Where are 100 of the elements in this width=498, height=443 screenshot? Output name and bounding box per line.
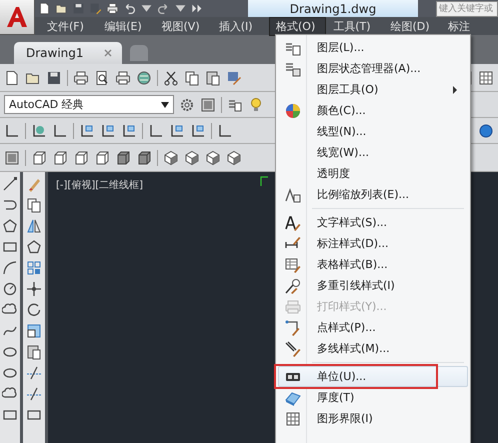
save-icon[interactable]	[46, 70, 62, 86]
menu-item[interactable]: 视图(V)	[154, 16, 212, 36]
menu-item[interactable]: 格式(O)	[269, 16, 326, 36]
arc-icon[interactable]	[2, 260, 18, 276]
axis-icon[interactable]	[148, 122, 164, 138]
menu-item[interactable]: 比例缩放列表(E)...	[278, 184, 468, 205]
cube-icon[interactable]	[73, 150, 89, 166]
gear-icon[interactable]	[179, 96, 195, 112]
window-icon[interactable]	[4, 150, 20, 166]
menu-item[interactable]: 图形界限(I)	[278, 408, 468, 429]
point-style-icon	[285, 320, 301, 336]
more-icon[interactable]	[191, 2, 204, 15]
menu-item[interactable]: 插入(I)	[212, 16, 269, 36]
menu-item[interactable]: 文字样式(S)...	[278, 212, 468, 233]
menu-item[interactable]: 表格样式(B)...	[278, 254, 468, 275]
new-file-icon[interactable]	[4, 70, 20, 86]
line-icon[interactable]	[2, 176, 18, 192]
menu-item[interactable]: 图层工具(O)	[278, 79, 468, 100]
printer-icon	[285, 298, 301, 314]
trim-icon[interactable]	[26, 365, 42, 381]
clipboard-icon[interactable]	[205, 70, 221, 86]
axis-icon[interactable]	[217, 122, 233, 138]
menu-item[interactable]: 多重引线样式(I)	[278, 275, 468, 296]
window-icon[interactable]	[200, 96, 216, 112]
menu-item[interactable]: 标注	[440, 16, 498, 36]
new-file-icon[interactable]	[38, 2, 51, 15]
axis-icon[interactable]	[4, 122, 20, 138]
axis-icon[interactable]	[100, 122, 116, 138]
menu-item[interactable]: 编辑(E)	[97, 16, 154, 36]
axis-icon[interactable]	[79, 122, 95, 138]
menu-item[interactable]: 透明度	[278, 163, 468, 184]
menu-item[interactable]: 多线样式(M)...	[278, 338, 468, 359]
clipboard-icon[interactable]	[26, 344, 42, 360]
menu-item-label: 透明度	[316, 166, 351, 181]
menu-item[interactable]: 颜色(C)...	[278, 100, 468, 121]
menu-item[interactable]: 文件(F)	[40, 16, 98, 36]
save-as-icon[interactable]	[89, 2, 102, 15]
printer-icon[interactable]	[115, 70, 131, 86]
workspace-dropdown[interactable]: AutoCAD 经典	[4, 95, 174, 114]
cube-icon[interactable]	[31, 150, 47, 166]
multiline-style-icon	[285, 340, 301, 356]
brush-icon[interactable]	[226, 70, 242, 86]
array-icon[interactable]	[26, 260, 42, 276]
preview-icon[interactable]	[94, 70, 110, 86]
sphere-icon[interactable]	[478, 122, 494, 138]
leader-style-icon	[285, 278, 301, 294]
move-icon[interactable]	[26, 281, 42, 297]
printer-icon[interactable]	[73, 70, 89, 86]
dropdown-caret-icon[interactable]	[161, 100, 169, 108]
isometric-cube-icon[interactable]	[226, 150, 242, 166]
trim-icon[interactable]	[26, 386, 42, 402]
mirror-icon[interactable]	[26, 218, 42, 234]
redo-icon[interactable]	[157, 2, 170, 15]
undo-icon[interactable]	[123, 2, 136, 15]
cube-icon[interactable]	[94, 150, 110, 166]
rotate-icon[interactable]	[26, 302, 42, 318]
axis-icon[interactable]	[169, 122, 185, 138]
isometric-cube-icon[interactable]	[184, 150, 200, 166]
copy-icon[interactable]	[26, 197, 42, 213]
printer-icon[interactable]	[106, 2, 119, 15]
light-bulb-icon[interactable]	[248, 96, 264, 112]
menu-item[interactable]: 点样式(P)...	[278, 317, 468, 338]
menu-item-label: 图层(L)...	[316, 40, 366, 55]
circle-icon[interactable]	[2, 281, 18, 297]
menu-item[interactable]: 绘图(D)	[384, 16, 441, 36]
cube-icon[interactable]	[52, 150, 68, 166]
copy-icon[interactable]	[184, 70, 200, 86]
axis-mark	[260, 176, 268, 186]
globe-axis-icon[interactable]	[31, 122, 47, 138]
axis-icon[interactable]	[121, 122, 137, 138]
axis-icon[interactable]	[190, 122, 206, 138]
polygon-icon[interactable]	[2, 218, 18, 234]
cube-icon[interactable]	[136, 150, 152, 166]
logo-icon	[5, 5, 29, 29]
scissors-icon[interactable]	[163, 70, 179, 86]
grid-icon[interactable]	[478, 70, 494, 86]
isometric-cube-icon[interactable]	[205, 150, 221, 166]
menu-item-label: 厚度(T)	[316, 390, 356, 405]
menu-item[interactable]: 标注样式(D)...	[278, 233, 468, 254]
close-icon[interactable]	[104, 49, 112, 57]
cube-icon[interactable]	[115, 150, 131, 166]
menu-item[interactable]: 图层(L)...	[278, 37, 468, 58]
menu-item[interactable]: 工具(T)	[326, 16, 384, 36]
folder-icon[interactable]	[55, 2, 68, 15]
search-field[interactable]: 键入关键字或	[436, 0, 498, 16]
grid-icon	[285, 410, 301, 426]
text-style-icon	[285, 214, 301, 230]
menu-item[interactable]: 厚度(T)	[278, 387, 468, 408]
save-icon[interactable]	[72, 2, 85, 15]
polygon-icon[interactable]	[26, 239, 42, 255]
app-logo[interactable]	[0, 0, 35, 35]
axis-icon[interactable]	[52, 122, 68, 138]
menu-item-label: 图形界限(I)	[316, 411, 374, 426]
globe-icon[interactable]	[136, 70, 152, 86]
menu-item-label: 线型(N)...	[316, 124, 368, 139]
thickness-icon	[285, 390, 301, 406]
menu-item[interactable]: 图层状态管理器(A)...	[278, 58, 468, 79]
isometric-cube-icon[interactable]	[163, 150, 179, 166]
document-tab[interactable]: Drawing1	[14, 42, 122, 64]
scale-icon[interactable]	[26, 323, 42, 339]
